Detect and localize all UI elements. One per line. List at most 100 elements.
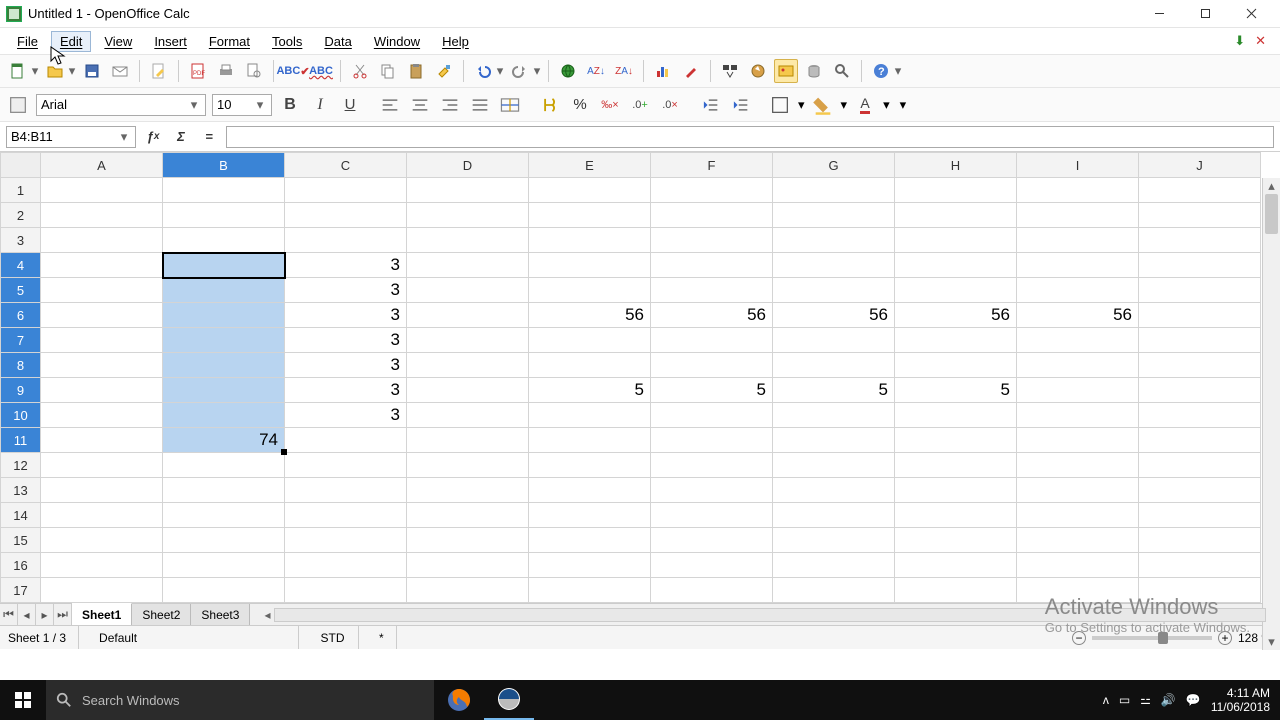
row-header-7[interactable]: 7	[1, 328, 41, 353]
cell-A5[interactable]	[41, 278, 163, 303]
cell-H2[interactable]	[895, 203, 1017, 228]
cell-J5[interactable]	[1139, 278, 1261, 303]
increase-indent-button[interactable]	[728, 93, 752, 117]
cell-D6[interactable]	[407, 303, 529, 328]
cell-D10[interactable]	[407, 403, 529, 428]
cell-G11[interactable]	[773, 428, 895, 453]
cell-E1[interactable]	[529, 178, 651, 203]
cell-B10[interactable]	[163, 403, 285, 428]
tab-last-button[interactable]: ⏭	[54, 604, 72, 625]
cell-B14[interactable]	[163, 503, 285, 528]
cell-A10[interactable]	[41, 403, 163, 428]
cell-H16[interactable]	[895, 553, 1017, 578]
cell-B16[interactable]	[163, 553, 285, 578]
menu-file[interactable]: File	[8, 31, 47, 52]
cell-D17[interactable]	[407, 578, 529, 603]
cell-I3[interactable]	[1017, 228, 1139, 253]
cell-G14[interactable]	[773, 503, 895, 528]
cell-F14[interactable]	[651, 503, 773, 528]
styles-button[interactable]	[6, 93, 30, 117]
cell-F4[interactable]	[651, 253, 773, 278]
fontcolor-button[interactable]: A	[853, 93, 877, 117]
row-header-9[interactable]: 9	[1, 378, 41, 403]
align-justify-button[interactable]	[468, 93, 492, 117]
italic-button[interactable]: I	[308, 93, 332, 117]
status-mode[interactable]: STD	[319, 626, 359, 649]
row-header-14[interactable]: 14	[1, 503, 41, 528]
cell-F17[interactable]	[651, 578, 773, 603]
cell-H15[interactable]	[895, 528, 1017, 553]
cell-B11[interactable]: 74	[163, 428, 285, 453]
cell-C16[interactable]	[285, 553, 407, 578]
cell-I10[interactable]	[1017, 403, 1139, 428]
cell-J3[interactable]	[1139, 228, 1261, 253]
cell-C7[interactable]: 3	[285, 328, 407, 353]
cell-B13[interactable]	[163, 478, 285, 503]
cell-B7[interactable]	[163, 328, 285, 353]
cell-J16[interactable]	[1139, 553, 1261, 578]
cell-G10[interactable]	[773, 403, 895, 428]
column-header-D[interactable]: D	[407, 153, 529, 178]
cell-B4[interactable]	[163, 253, 285, 278]
show-draw-button[interactable]	[679, 59, 703, 83]
cell-G6[interactable]: 56	[773, 303, 895, 328]
cell-B12[interactable]	[163, 453, 285, 478]
cell-E13[interactable]	[529, 478, 651, 503]
cell-F12[interactable]	[651, 453, 773, 478]
borders-button[interactable]	[768, 93, 792, 117]
cell-G8[interactable]	[773, 353, 895, 378]
cell-E3[interactable]	[529, 228, 651, 253]
cell-B8[interactable]	[163, 353, 285, 378]
cell-I14[interactable]	[1017, 503, 1139, 528]
wifi-icon[interactable]: ⚍	[1140, 693, 1151, 707]
cell-D12[interactable]	[407, 453, 529, 478]
cell-I4[interactable]	[1017, 253, 1139, 278]
cell-J11[interactable]	[1139, 428, 1261, 453]
function-button[interactable]: =	[198, 126, 220, 148]
cell-H8[interactable]	[895, 353, 1017, 378]
cell-D8[interactable]	[407, 353, 529, 378]
cell-C2[interactable]	[285, 203, 407, 228]
cell-A12[interactable]	[41, 453, 163, 478]
open-button[interactable]	[43, 59, 67, 83]
cell-A14[interactable]	[41, 503, 163, 528]
merge-cells-button[interactable]	[498, 93, 522, 117]
row-header-2[interactable]: 2	[1, 203, 41, 228]
battery-icon[interactable]: ▭	[1119, 693, 1130, 707]
maximize-button[interactable]	[1182, 1, 1228, 27]
cell-J1[interactable]	[1139, 178, 1261, 203]
cell-C6[interactable]: 3	[285, 303, 407, 328]
chart-button[interactable]	[651, 59, 675, 83]
cell-J15[interactable]	[1139, 528, 1261, 553]
cell-D9[interactable]	[407, 378, 529, 403]
sheet-tab-1[interactable]: Sheet1	[72, 603, 132, 625]
cell-D1[interactable]	[407, 178, 529, 203]
cell-C4[interactable]: 3	[285, 253, 407, 278]
open-dropdown[interactable]: ▾	[68, 59, 76, 83]
cell-D7[interactable]	[407, 328, 529, 353]
zoom-button[interactable]	[830, 59, 854, 83]
column-header-G[interactable]: G	[773, 153, 895, 178]
cell-I7[interactable]	[1017, 328, 1139, 353]
cell-C1[interactable]	[285, 178, 407, 203]
cell-D14[interactable]	[407, 503, 529, 528]
cell-G1[interactable]	[773, 178, 895, 203]
cell-E14[interactable]	[529, 503, 651, 528]
auto-spellcheck-button[interactable]: ABC	[309, 59, 333, 83]
vertical-scrollbar[interactable]: ▴ ▾	[1262, 178, 1280, 650]
sum-button[interactable]: Σ	[170, 126, 192, 148]
cell-C3[interactable]	[285, 228, 407, 253]
column-header-F[interactable]: F	[651, 153, 773, 178]
cell-I16[interactable]	[1017, 553, 1139, 578]
sort-desc-button[interactable]: ZA↓	[612, 59, 636, 83]
cell-E5[interactable]	[529, 278, 651, 303]
font-name-select[interactable]: Arial▾	[36, 94, 206, 116]
row-header-17[interactable]: 17	[1, 578, 41, 603]
cell-J8[interactable]	[1139, 353, 1261, 378]
email-button[interactable]	[108, 59, 132, 83]
cell-A15[interactable]	[41, 528, 163, 553]
cell-F3[interactable]	[651, 228, 773, 253]
gallery-button[interactable]	[774, 59, 798, 83]
cell-C10[interactable]: 3	[285, 403, 407, 428]
cell-H7[interactable]	[895, 328, 1017, 353]
